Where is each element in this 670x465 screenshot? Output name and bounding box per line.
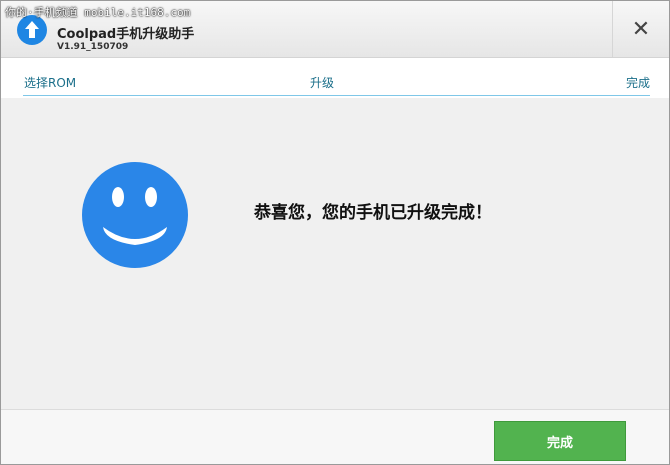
progress-steps: 选择ROM 升级 完成 xyxy=(1,58,669,98)
app-window: Coolpad手机升级助手 V1.91_150709 你的·手机频道 mobil… xyxy=(0,0,670,465)
progress-line xyxy=(23,95,650,96)
close-icon: ✕ xyxy=(631,16,651,42)
app-version: V1.91_150709 xyxy=(57,42,129,52)
step-upgrade: 升级 xyxy=(310,76,335,90)
app-title: Coolpad手机升级助手 xyxy=(57,27,195,42)
step-select-rom: 选择ROM xyxy=(24,76,77,90)
success-message: 恭喜您，您的手机已升级完成！ xyxy=(254,203,492,223)
title-bar: Coolpad手机升级助手 V1.91_150709 你的·手机频道 mobil… xyxy=(1,1,669,58)
finish-button[interactable]: 完成 xyxy=(494,421,626,461)
watermark-text: 你的·手机频道 mobile.it168.com xyxy=(5,6,191,19)
close-button[interactable]: ✕ xyxy=(612,1,669,57)
footer-bar: 完成 xyxy=(1,409,669,464)
smiley-face-icon xyxy=(82,162,188,268)
step-complete: 完成 xyxy=(625,76,650,90)
main-content: 恭喜您，您的手机已升级完成！ xyxy=(1,98,669,409)
